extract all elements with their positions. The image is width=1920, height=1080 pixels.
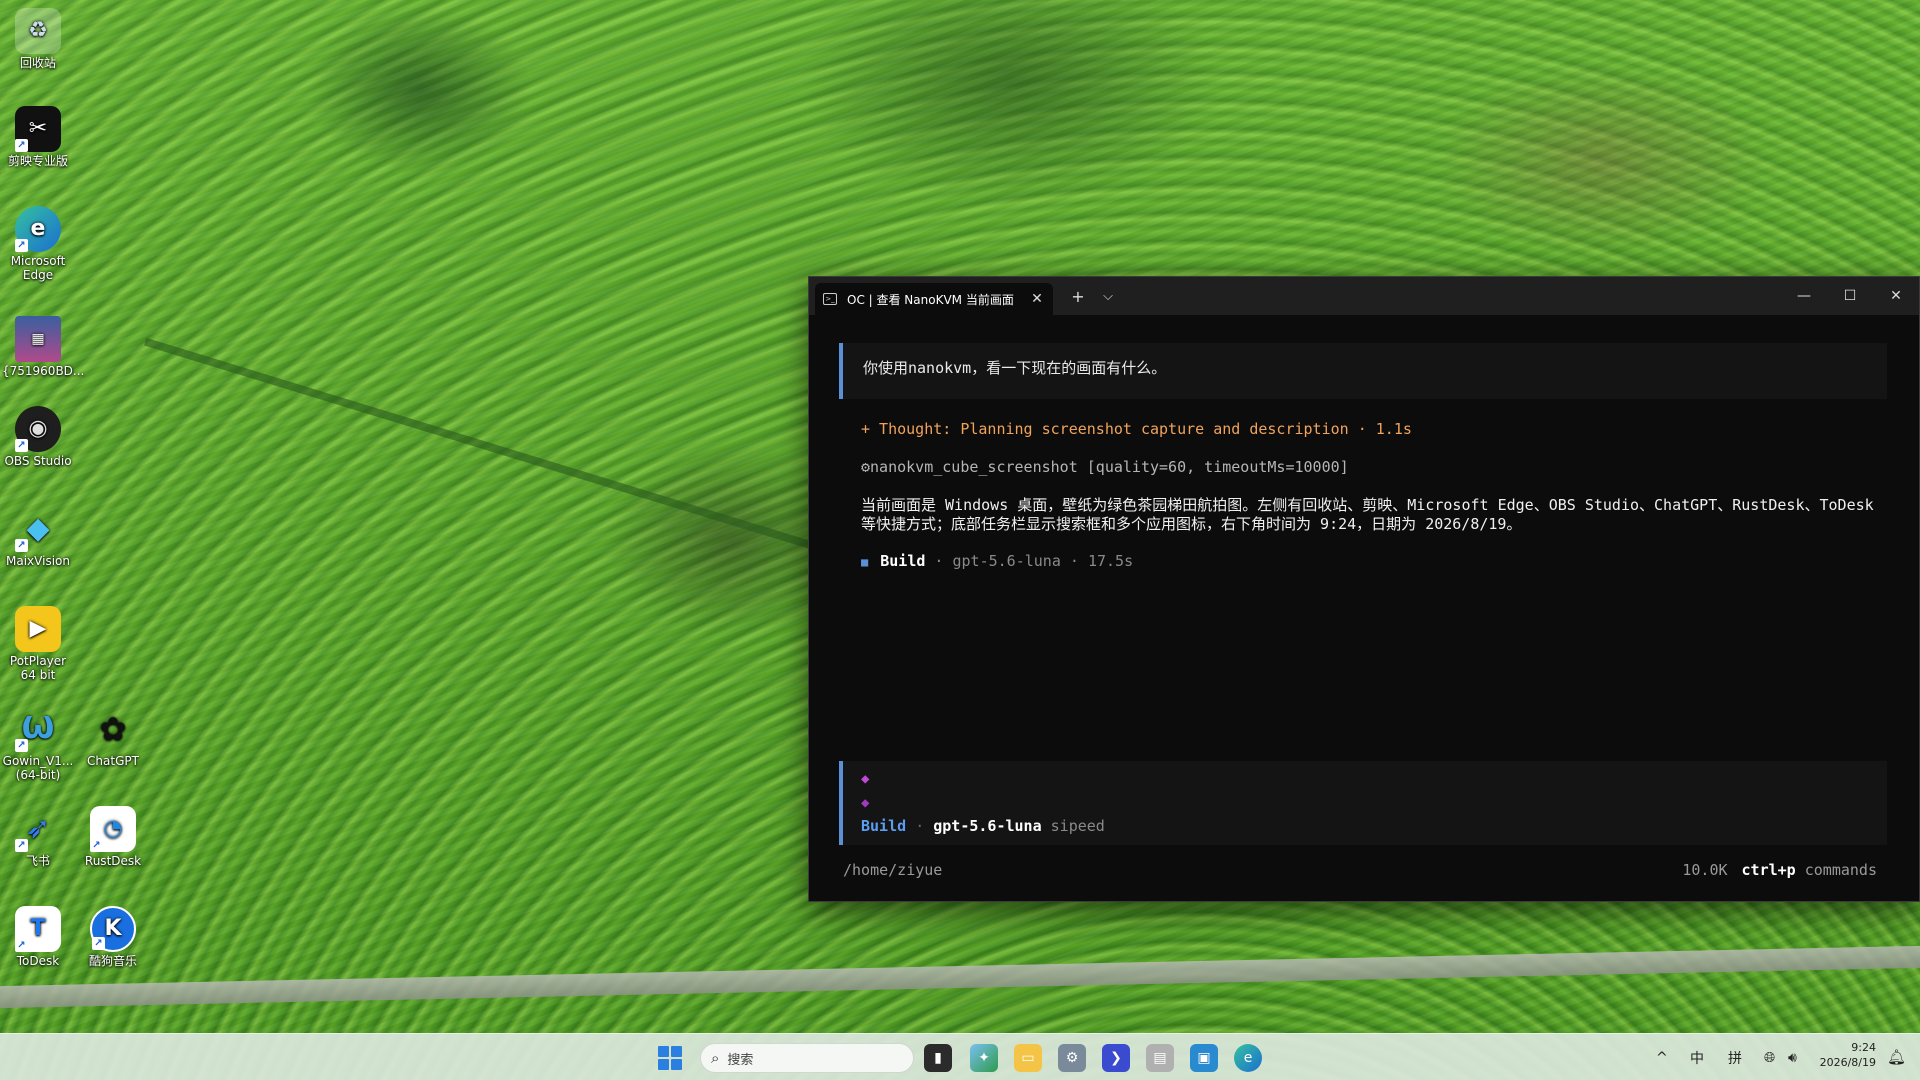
network-icon[interactable]: 🌐︎ (1764, 1034, 1775, 1080)
maixvision-icon: ◆ ↗ (15, 506, 61, 552)
terminal-window[interactable]: >_ OC | 查看 NanoKVM 当前画面 ✕ + ⌵ — ☐ ✕ 你使用n… (808, 276, 1920, 902)
desktop-icon-label: 剪映专业版 (7, 154, 68, 168)
search-placeholder: 搜索 (727, 1052, 754, 1068)
gowin-icon: Ѡ ↗ (15, 706, 61, 752)
desktop-icon-recycle-bin[interactable]: ♻ 回收站 (2, 8, 74, 70)
edge-icon: e ↗ (15, 206, 61, 252)
clock-date: 2026/8/19 (1819, 1056, 1876, 1069)
photos-taskbar-icon[interactable]: ✦ (970, 1044, 998, 1072)
prompt-input[interactable]: ◆ ◆ Build · gpt-5.6-luna sipeed (839, 761, 1887, 845)
desktop-icon-label: OBS Studio (4, 454, 72, 468)
desktop-icon-capcut[interactable]: ✂ ↗ 剪映专业版 (2, 106, 74, 168)
build-model: gpt-5.6-luna (952, 552, 1061, 570)
desktop-icon-todesk[interactable]: T ↗ ToDesk (2, 906, 74, 968)
desktop-icon-chatgpt[interactable]: ✿ ChatGPT (77, 706, 149, 768)
remote-desktop-taskbar-icon[interactable]: ▣ (1190, 1044, 1218, 1072)
taskbar: ⌕ 搜索 ▮ ✦ ▭ ⚙ ❯ ▤ ▣ e ^ 中 拼 🌐︎ 🔊︎ 9:24 20… (0, 1033, 1920, 1080)
minimize-button[interactable]: — (1781, 277, 1827, 315)
obs-icon: ◉ ↗ (15, 406, 61, 452)
tab-title: OC | 查看 NanoKVM 当前画面 (847, 292, 1014, 307)
desktop-icon-label: Microsoft Edge (10, 254, 66, 282)
working-directory: /home/ziyue (843, 861, 943, 879)
desktop-icon-potplayer[interactable]: ▶ PotPlayer 64 bit (2, 606, 74, 682)
settings-taskbar-icon[interactable]: ⚙ (1058, 1044, 1086, 1072)
vscode-taskbar-icon[interactable]: ❯ (1102, 1044, 1130, 1072)
image-file-icon: ▦ (15, 316, 61, 362)
desktop-icon-label: ToDesk (16, 954, 60, 968)
desktop-icon-label: {751960BD... (2, 364, 85, 378)
file-explorer-taskbar-icon[interactable]: ▭ (1014, 1044, 1042, 1072)
feishu-icon: ➶ ↗ (15, 806, 61, 852)
terminal-icon: >_ (823, 293, 837, 305)
tray-overflow-chevron[interactable]: ^ (1656, 1034, 1668, 1080)
build-mode: Build (880, 552, 926, 570)
recycle-bin-icon: ♻ (15, 8, 61, 54)
chatgpt-icon: ✿ (99, 710, 127, 748)
user-message: 你使用nanokvm，看一下现在的画面有什么。 (839, 343, 1887, 399)
shortcut-label: commands (1804, 861, 1877, 879)
desktop-icon-label: ChatGPT (87, 754, 139, 768)
potplayer-icon: ▶ (15, 606, 61, 652)
volume-icon[interactable]: 🔊︎ (1788, 1034, 1797, 1080)
desktop-icon-label: PotPlayer 64 bit (9, 654, 67, 682)
separator: · (934, 552, 944, 570)
capcut-icon: ✂ ↗ (15, 106, 61, 152)
desktop-icon-label: Gowin_V1... (64-bit) (2, 754, 74, 782)
agent-mode[interactable]: Build (861, 817, 906, 835)
title-bar[interactable]: >_ OC | 查看 NanoKVM 当前画面 ✕ + ⌵ — ☐ ✕ (809, 277, 1919, 315)
desktop-icon-label: 飞书 (25, 854, 50, 868)
start-button[interactable] (658, 1046, 682, 1070)
todesk-icon: T ↗ (15, 906, 61, 952)
tab-active[interactable]: >_ OC | 查看 NanoKVM 当前画面 ✕ (815, 283, 1053, 315)
build-marker-icon: ■ (861, 555, 869, 569)
tool-call-line: ⚙nanokvm_cube_screenshot [quality=60, ti… (861, 458, 1349, 476)
desktop-icon-label: 回收站 (19, 56, 56, 70)
separator: · (915, 817, 925, 835)
opencode-logo-icon: ◆ (861, 795, 870, 811)
desktop-icon-label: 酷狗音乐 (88, 954, 137, 968)
terminal-content[interactable]: 你使用nanokvm，看一下现在的画面有什么。 + Thought: Plann… (809, 315, 1919, 901)
model-name[interactable]: gpt-5.6-luna (933, 817, 1041, 835)
tab-dropdown-button[interactable]: ⌵ (1093, 289, 1123, 304)
clock-time: 9:24 (1851, 1041, 1876, 1054)
ime-chinese-indicator[interactable]: 中 (1690, 1034, 1704, 1080)
input-status: Build · gpt-5.6-luna sipeed (861, 817, 1105, 835)
edge-taskbar-icon[interactable]: e (1234, 1044, 1262, 1072)
notification-bell-icon[interactable]: 🔔︎ (1887, 1048, 1906, 1066)
footer-status: 10.0K ctrl+p commands (1682, 861, 1877, 879)
desktop-icon-feishu[interactable]: ➶ ↗ 飞书 (2, 806, 74, 868)
provider-name: sipeed (1050, 817, 1105, 835)
taskbar-clock[interactable]: 9:24 2026/8/19 (1820, 1040, 1876, 1070)
new-tab-button[interactable]: + (1063, 287, 1093, 306)
maximize-button[interactable]: ☐ (1827, 277, 1873, 315)
tab-close-icon[interactable]: ✕ (1029, 291, 1045, 307)
notepad-taskbar-icon[interactable]: ▤ (1146, 1044, 1174, 1072)
rustdesk-icon: ◔ ↗ (90, 806, 136, 852)
desktop-icon-obs[interactable]: ◉ ↗ OBS Studio (2, 406, 74, 468)
desktop-icon-label: RustDesk (84, 854, 142, 868)
desktop-icon-image-file[interactable]: ▦ {751960BD... (2, 316, 85, 378)
ime-pinyin-indicator[interactable]: 拼 (1728, 1034, 1742, 1080)
build-time: 17.5s (1087, 552, 1134, 570)
separator: · (1069, 552, 1079, 570)
desktop-icon-rustdesk[interactable]: ◔ ↗ RustDesk (77, 806, 149, 868)
thought-line[interactable]: + Thought: Planning screenshot capture a… (861, 420, 1412, 438)
search-icon: ⌕ (711, 1049, 720, 1067)
build-status-line: ■ Build · gpt-5.6-luna · 17.5s (861, 552, 1133, 570)
opencode-logo-icon: ◆ (861, 771, 870, 787)
taskbar-search[interactable]: ⌕ 搜索 (700, 1043, 914, 1073)
token-count: 10.0K (1682, 861, 1728, 879)
desktop-icon-maixvision[interactable]: ◆ ↗ MaixVision (2, 506, 74, 569)
desktop-icon-kugou[interactable]: K ↗ 酷狗音乐 (77, 906, 149, 968)
desktop-icon-label: MaixVision (6, 554, 70, 568)
terminal-taskbar-icon[interactable]: ▮ (924, 1044, 952, 1072)
shortcut-key: ctrl+p (1741, 861, 1796, 879)
close-button[interactable]: ✕ (1873, 277, 1919, 315)
kugou-icon: K ↗ (90, 906, 136, 952)
desktop-icon-gowin[interactable]: Ѡ ↗ Gowin_V1... (64-bit) (2, 706, 74, 783)
assistant-answer: 当前画面是 Windows 桌面，壁纸为绿色茶园梯田航拍图。左侧有回收站、剪映、… (861, 496, 1874, 533)
desktop-icon-edge[interactable]: e ↗ Microsoft Edge (2, 206, 74, 282)
